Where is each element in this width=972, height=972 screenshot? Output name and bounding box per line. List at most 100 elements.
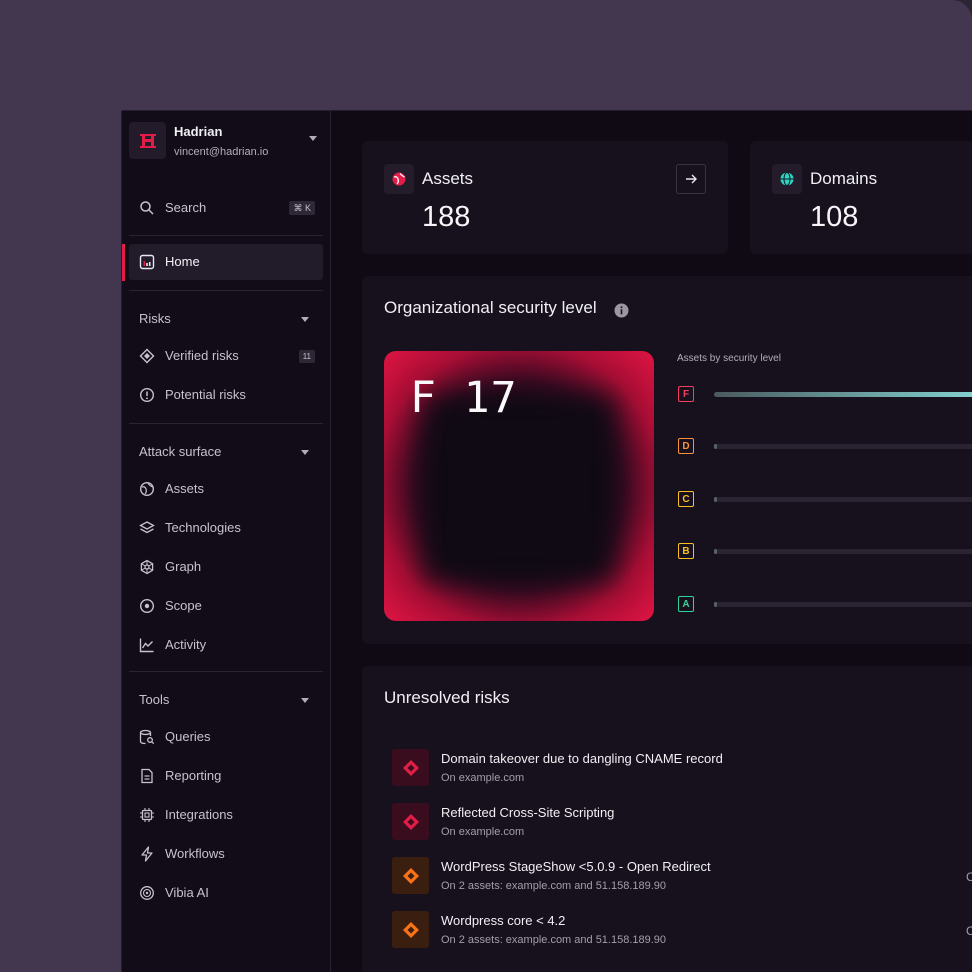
org-switcher[interactable]: Hadrian vincent@hadrian.io [129,122,323,162]
chevron-down-icon [309,136,317,141]
sidebar-item-potential-risks[interactable]: Potential risks [129,377,323,413]
search-button[interactable]: Search ⌘ K [129,191,323,225]
risk-title: Domain takeover due to dangling CNAME re… [441,751,723,766]
sidebar-item-label: Assets [165,481,205,496]
chip-icon [140,808,154,822]
level-track [714,549,972,554]
assets-stat-card[interactable]: Assets 188 [362,141,728,254]
security-level-row[interactable]: C [678,491,972,509]
grade-badge: B [678,543,694,559]
globe-icon [392,172,406,186]
section-title: Organizational security level [384,298,597,317]
sidebar-item-label: Vibia AI [165,885,209,900]
sidebar-item-assets[interactable]: Assets [129,471,323,507]
risk-title: WordPress StageShow <5.0.9 - Open Redire… [441,859,711,874]
severity-diamond-icon [402,813,419,830]
stat-icon-wrap [384,164,414,194]
app-window: Hadrian vincent@hadrian.io Search ⌘ K Ho… [121,110,972,972]
sidebar-item-vibia-ai[interactable]: Vibia AI [129,875,323,911]
grade-badge: A [678,596,694,612]
sidebar-item-label: Queries [165,729,211,744]
risk-affected-assets: On example.com [441,772,525,784]
sidebar-item-integrations[interactable]: Integrations [129,797,323,833]
stat-title: Assets [422,169,474,188]
info-icon[interactable] [614,303,629,318]
sidebar-item-reporting[interactable]: Reporting [129,758,323,794]
truncated-column-glyph: C [966,870,972,884]
security-level-row[interactable]: B [678,543,972,561]
sidebar-item-activity[interactable]: Activity [129,627,323,663]
chevron-down-icon [301,317,309,322]
level-track [714,444,972,449]
sidebar-item-label: Technologies [165,520,241,535]
sidebar-item-graph[interactable]: Graph [129,549,323,585]
severity-diamond-icon [402,759,419,776]
section-title: Unresolved risks [384,688,510,707]
active-indicator [122,244,125,281]
risk-list-item[interactable]: Wordpress core < 4.2 On 2 assets: example… [392,911,972,955]
risk-list-item[interactable]: WordPress StageShow <5.0.9 - Open Redire… [392,857,972,901]
security-level-row[interactable]: F [678,386,972,404]
sidebar-item-label: Workflows [165,846,225,861]
search-label: Search [165,200,207,215]
sidebar-item-label: Potential risks [165,387,246,402]
sidebar-item-verified-risks[interactable]: Verified risks 11 [129,338,323,374]
risk-affected-assets: On 2 assets: example.com and 51.158.189.… [441,880,667,892]
stat-title: Domains [810,169,878,188]
globe-icon [780,172,794,186]
layers-icon [139,521,155,534]
sidebar-item-technologies[interactable]: Technologies [129,510,323,546]
dashboard-icon [139,254,155,270]
risk-title: Wordpress core < 4.2 [441,913,566,928]
sidebar-item-label: Graph [165,559,202,574]
section-risks[interactable]: Risks [129,303,323,333]
sidebar-item-scope[interactable]: Scope [129,588,323,624]
risk-list-item[interactable]: Reflected Cross-Site Scripting On example… [392,803,972,847]
grade-badge: D [678,438,694,454]
risk-title: Reflected Cross-Site Scripting [441,805,615,820]
org-email: vincent@hadrian.io [174,146,269,158]
chevron-down-icon [301,450,309,455]
arrow-right-icon [686,174,697,184]
risk-affected-assets: On example.com [441,826,525,838]
open-assets-button[interactable] [676,164,706,194]
security-level-row[interactable]: A [678,596,972,614]
ai-spark-icon [140,886,154,900]
level-track [714,602,972,607]
alert-circle-icon [139,387,155,403]
section-attack-surface[interactable]: Attack surface [129,436,323,466]
truncated-column-glyph: C [966,924,972,938]
security-grade-tile: F 17 [384,351,654,621]
level-fill-bar [714,392,972,397]
search-shortcut: ⌘ K [289,201,315,215]
severity-icon-wrap [392,803,429,840]
severity-icon-wrap [392,749,429,786]
lightning-icon [141,846,153,862]
sidebar-item-queries[interactable]: Queries [129,719,323,755]
sidebar-item-label: Reporting [165,768,222,783]
security-level-row[interactable]: D [678,438,972,456]
divider [129,290,323,291]
chevron-down-icon [301,698,309,703]
level-fill-bar [714,497,717,502]
divider [129,671,323,672]
security-grade: F 17 [410,373,518,423]
assets-by-level-label: Assets by security level [677,353,781,364]
sidebar-item-home[interactable]: Home [129,244,323,280]
document-icon [141,768,153,784]
unresolved-risks-card: Unresolved risks Domain takeover due to … [362,666,972,972]
domains-stat-card[interactable]: Domains 108 [750,141,972,254]
security-level-card: Organizational security level F 17 Asset… [362,276,972,644]
section-tools[interactable]: Tools [129,684,323,714]
target-icon [139,598,155,614]
risk-list-item[interactable]: Domain takeover due to dangling CNAME re… [392,749,972,793]
level-track [714,497,972,502]
section-label: Tools [139,692,170,707]
sidebar-item-label: Verified risks [165,348,239,363]
sidebar-item-label: Activity [165,637,207,652]
org-name: Hadrian [174,124,223,139]
graph-icon [140,559,154,575]
section-label: Risks [139,311,171,326]
severity-diamond-icon [402,921,419,938]
sidebar-item-workflows[interactable]: Workflows [129,836,323,872]
